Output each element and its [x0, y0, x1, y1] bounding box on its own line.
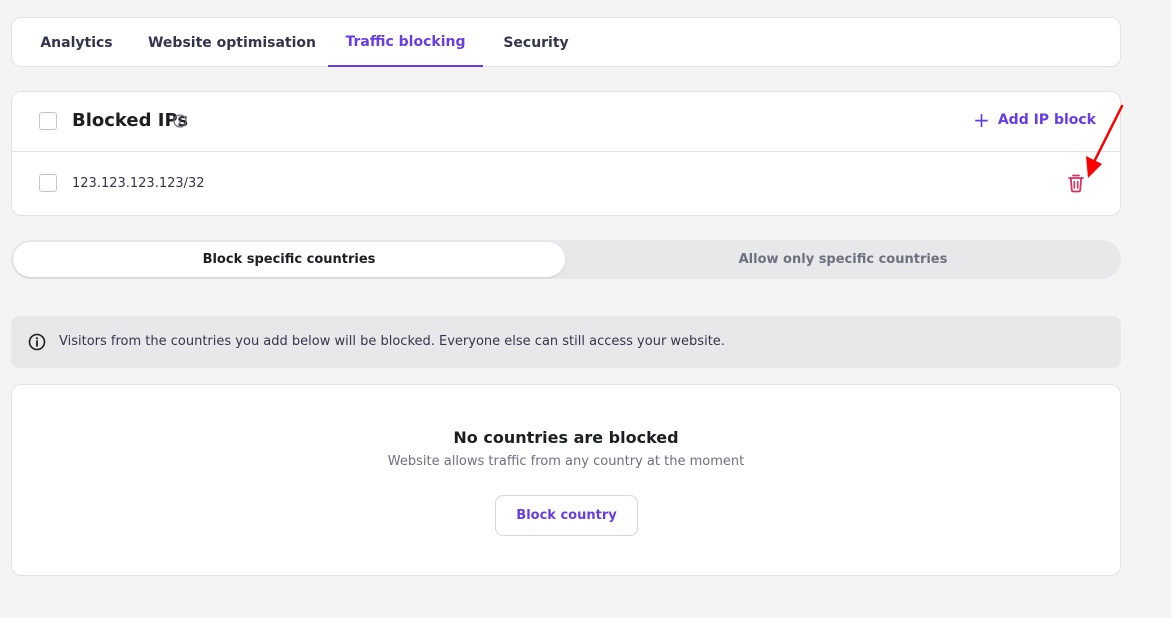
- info-circle-icon[interactable]: [173, 113, 187, 132]
- tab-bar: Analytics Website optimisation Traffic b…: [11, 17, 1121, 67]
- info-banner: Visitors from the countries you add belo…: [11, 316, 1121, 368]
- blocked-ips-title: Blocked IPs: [72, 110, 189, 131]
- block-mode-toggle: Block specific countries Allow only spec…: [11, 240, 1121, 279]
- allow-only-specific-countries-option[interactable]: Allow only specific countries: [567, 242, 1119, 277]
- add-ip-block-button[interactable]: + Add IP block: [973, 110, 1096, 130]
- empty-state-title: No countries are blocked: [453, 428, 679, 447]
- row-checkbox[interactable]: [39, 174, 57, 192]
- empty-state-subtitle: Website allows traffic from any country …: [387, 454, 745, 469]
- tab-security[interactable]: Security: [491, 18, 581, 67]
- info-circle-icon: [28, 333, 46, 355]
- blocked-ips-card: Blocked IPs + Add IP block 123.123.123.1…: [11, 91, 1121, 216]
- blocked-ips-header: Blocked IPs + Add IP block: [12, 92, 1120, 152]
- tab-traffic-blocking[interactable]: Traffic blocking: [328, 18, 483, 67]
- blocked-countries-card: No countries are blocked Website allows …: [11, 384, 1121, 576]
- tab-website-optimisation[interactable]: Website optimisation: [142, 18, 322, 67]
- block-country-button[interactable]: Block country: [495, 495, 638, 536]
- tab-analytics[interactable]: Analytics: [29, 18, 124, 67]
- select-all-checkbox[interactable]: [39, 112, 57, 130]
- ip-address: 123.123.123.123/32: [72, 176, 205, 191]
- block-specific-countries-option[interactable]: Block specific countries: [13, 242, 565, 277]
- plus-icon: +: [973, 108, 990, 132]
- red-arrow-icon: [1080, 100, 1130, 186]
- info-banner-text: Visitors from the countries you add belo…: [59, 334, 725, 349]
